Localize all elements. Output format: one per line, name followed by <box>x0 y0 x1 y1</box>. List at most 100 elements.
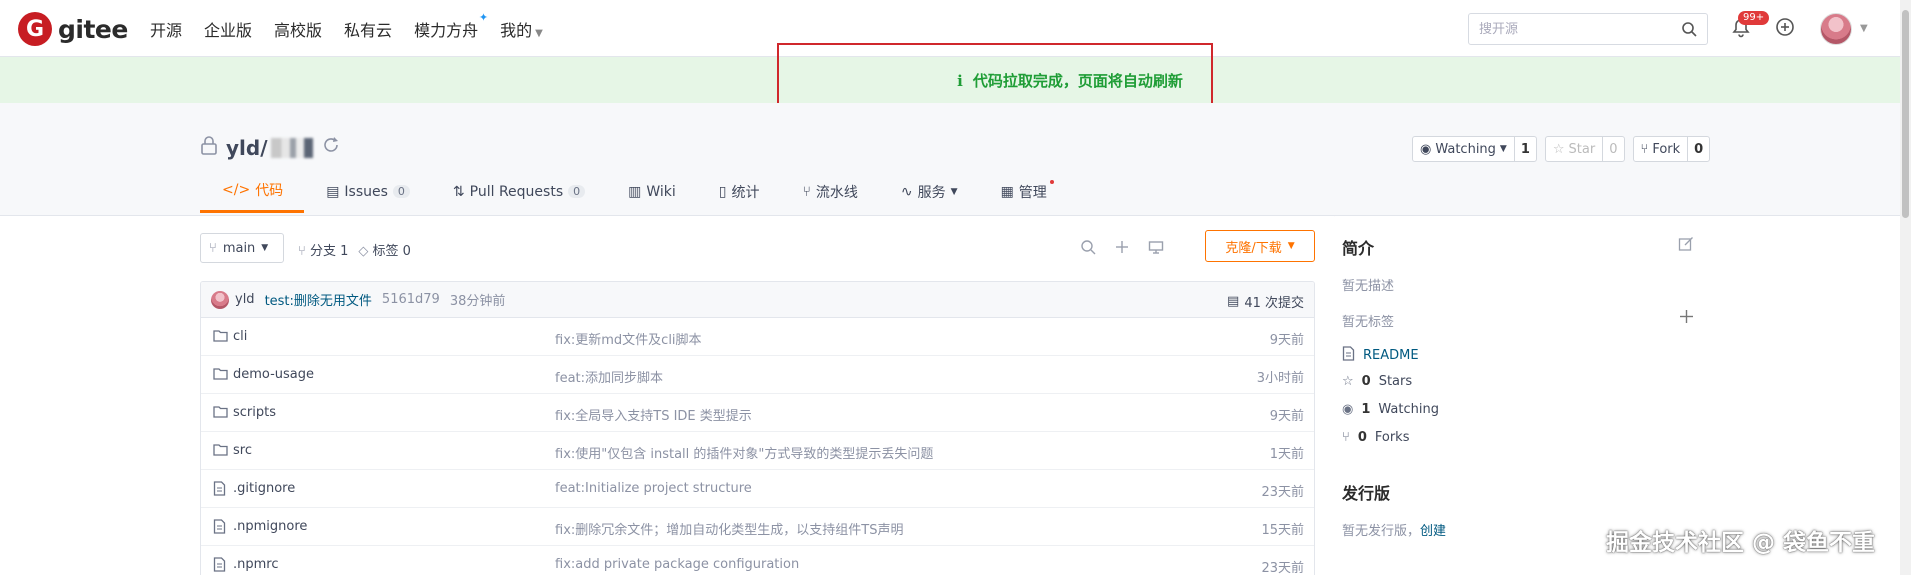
commit-time: 38分钟前 <box>449 294 506 309</box>
file-name[interactable]: cli <box>233 329 247 344</box>
search-icon[interactable] <box>1080 239 1096 259</box>
table-row[interactable]: scripts fix:全局导入支持TS IDE 类型提示 9天前 <box>201 394 1314 432</box>
user-avatar[interactable] <box>1820 13 1852 45</box>
file-commit-message[interactable]: fix:更新md文件及cli脚本 <box>555 329 702 348</box>
page-scrollbar[interactable] <box>1900 0 1911 575</box>
nav-item-enterprise[interactable]: 企业版 <box>204 17 252 41</box>
tab-pull-requests[interactable]: ⇅ Pull Requests 0 <box>431 180 606 213</box>
branches-link[interactable]: ⑂ 分支 1 <box>298 240 348 259</box>
tab-stats[interactable]: ▯ 统计 <box>697 180 781 213</box>
forks-stat[interactable]: ⑂ 0 Forks <box>1342 430 1409 445</box>
tab-pr-label: Pull Requests <box>469 183 564 200</box>
pulse-icon: ∿ <box>900 183 913 200</box>
clone-download-label: 克隆/下载 <box>1225 240 1282 256</box>
pull-request-icon: ⇅ <box>452 183 465 200</box>
tab-pipeline[interactable]: ⑂ 流水线 <box>781 180 879 213</box>
sync-icon[interactable] <box>321 135 341 160</box>
fork-icon: ⑂ <box>1640 141 1649 157</box>
tags-text: 标签 0 <box>372 244 411 259</box>
readme-link[interactable]: README <box>1342 346 1419 365</box>
table-row[interactable]: demo-usage feat:添加同步脚本 3小时前 <box>201 356 1314 394</box>
clone-download-button[interactable]: 克隆/下载 ▼ <box>1205 230 1315 262</box>
file-name[interactable]: .npmrc <box>233 557 279 572</box>
tab-code[interactable]: </> 代码 <box>200 180 305 213</box>
search-input[interactable] <box>1479 21 1669 37</box>
file-commit-message[interactable]: fix:add private package configuration <box>555 557 799 572</box>
branch-select[interactable]: ⑂ main ▼ <box>200 233 284 263</box>
file-name[interactable]: src <box>233 443 252 458</box>
commit-message[interactable]: test:删除无用文件 <box>265 290 372 309</box>
nav-item-moli-label: 模力方舟 <box>414 21 479 40</box>
folder-icon <box>213 443 228 460</box>
file-commit-message[interactable]: feat:添加同步脚本 <box>555 367 663 386</box>
fork-label: ⑂ Fork <box>1634 137 1689 161</box>
create-release-link[interactable]: 创建 <box>1420 520 1446 539</box>
nav-item-moli[interactable]: 模力方舟 ✦ <box>414 11 488 41</box>
table-row[interactable]: .npmignore fix:删除冗余文件；增加自动化类型生成，以支持组件TS声… <box>201 508 1314 546</box>
tab-manage[interactable]: ▦ 管理 <box>979 180 1068 213</box>
watch-count[interactable]: 1 <box>1515 137 1536 161</box>
issues-icon: ▤ <box>326 183 340 200</box>
plus-icon[interactable] <box>1679 309 1694 324</box>
watching-label: Watching <box>1378 402 1439 417</box>
file-tools <box>1080 239 1164 259</box>
folder-icon <box>213 367 228 384</box>
star-count[interactable]: 0 <box>1603 137 1623 161</box>
tab-issues[interactable]: ▤ Issues 0 <box>304 180 431 213</box>
repo-tabs: </> 代码 ▤ Issues 0 ⇅ Pull Requests 0 ▥ Wiki ▯ 统计… <box>200 180 1068 213</box>
nav-item-mine[interactable]: 我的 ▼ <box>500 17 543 41</box>
tab-wiki[interactable]: ▥ Wiki <box>606 180 697 213</box>
nav-item-private-cloud[interactable]: 私有云 <box>344 17 392 41</box>
gitee-logo[interactable]: G gitee <box>18 12 128 46</box>
repo-title[interactable]: yld/ <box>200 135 341 160</box>
chevron-down-icon: ▼ <box>261 243 269 253</box>
file-name[interactable]: .gitignore <box>233 481 295 496</box>
file-commit-message[interactable]: fix:使用"仅包含 install 的插件对象"方式导致的类型提示丢失问题 <box>555 443 933 462</box>
file-list: yld test:删除无用文件 5161d79 38分钟前 ▤ 41 次提交 cl… <box>200 281 1315 575</box>
file-icon <box>213 557 226 575</box>
code-icon: </> <box>222 182 251 198</box>
plus-circle-icon[interactable] <box>1775 17 1795 41</box>
fork-count[interactable]: 0 <box>1688 137 1709 161</box>
search-icon[interactable] <box>1681 21 1697 37</box>
tags-link[interactable]: ◇ 标签 0 <box>358 240 411 259</box>
watching-stat[interactable]: ◉ 1 Watching <box>1342 402 1439 417</box>
chevron-down-icon[interactable]: ▼ <box>1860 23 1868 34</box>
nav-item-education[interactable]: 高校版 <box>274 17 322 41</box>
monitor-icon[interactable] <box>1148 239 1164 259</box>
commit-sha[interactable]: 5161d79 <box>382 292 440 307</box>
tab-code-label: 代码 <box>255 183 284 199</box>
no-release: 暂无发行版， <box>1342 524 1421 539</box>
table-row[interactable]: src fix:使用"仅包含 install 的插件对象"方式导致的类型提示丢失… <box>201 432 1314 470</box>
blurred-repo-name <box>270 137 313 158</box>
commit-author[interactable]: yld <box>235 292 255 307</box>
commit-count-text: 41 次提交 <box>1244 296 1304 311</box>
stars-stat[interactable]: ☆ 0 Stars <box>1342 374 1412 389</box>
file-name[interactable]: .npmignore <box>233 519 307 534</box>
watch-label: ◉ Watching ▼ <box>1413 137 1515 161</box>
commit-author-avatar[interactable] <box>211 290 229 309</box>
star-button[interactable]: ☆ Star 0 <box>1544 136 1625 162</box>
repo-actions: ◉ Watching ▼ 1 ☆ Star 0 ⑂ Fork 0 <box>1412 136 1711 162</box>
file-commit-message[interactable]: fix:删除冗余文件；增加自动化类型生成，以支持组件TS声明 <box>555 519 903 538</box>
file-name[interactable]: scripts <box>233 405 276 420</box>
file-name[interactable]: demo-usage <box>233 367 314 382</box>
table-row[interactable]: .gitignore feat:Initialize project struc… <box>201 470 1314 508</box>
nav-item-open-source[interactable]: 开源 <box>150 17 182 41</box>
scroll-thumb[interactable] <box>1902 10 1909 218</box>
watch-button[interactable]: ◉ Watching ▼ 1 <box>1412 136 1537 162</box>
file-icon <box>213 481 226 500</box>
table-row[interactable]: cli fix:更新md文件及cli脚本 9天前 <box>201 318 1314 356</box>
stars-label: Stars <box>1378 374 1413 389</box>
tag-icon: ◇ <box>358 244 369 259</box>
star-label-text: Star <box>1568 141 1596 157</box>
table-row[interactable]: .npmrc fix:add private package configura… <box>201 546 1314 575</box>
tab-services[interactable]: ∿ 服务 ▼ <box>879 180 979 213</box>
edit-icon[interactable] <box>1678 236 1694 252</box>
commit-count[interactable]: ▤ 41 次提交 <box>1227 292 1304 311</box>
plus-icon[interactable] <box>1114 239 1130 259</box>
fork-button[interactable]: ⑂ Fork 0 <box>1632 136 1711 162</box>
file-commit-message[interactable]: fix:全局导入支持TS IDE 类型提示 <box>555 405 752 424</box>
star-label: ☆ Star <box>1546 137 1604 161</box>
file-commit-message[interactable]: feat:Initialize project structure <box>555 481 752 496</box>
